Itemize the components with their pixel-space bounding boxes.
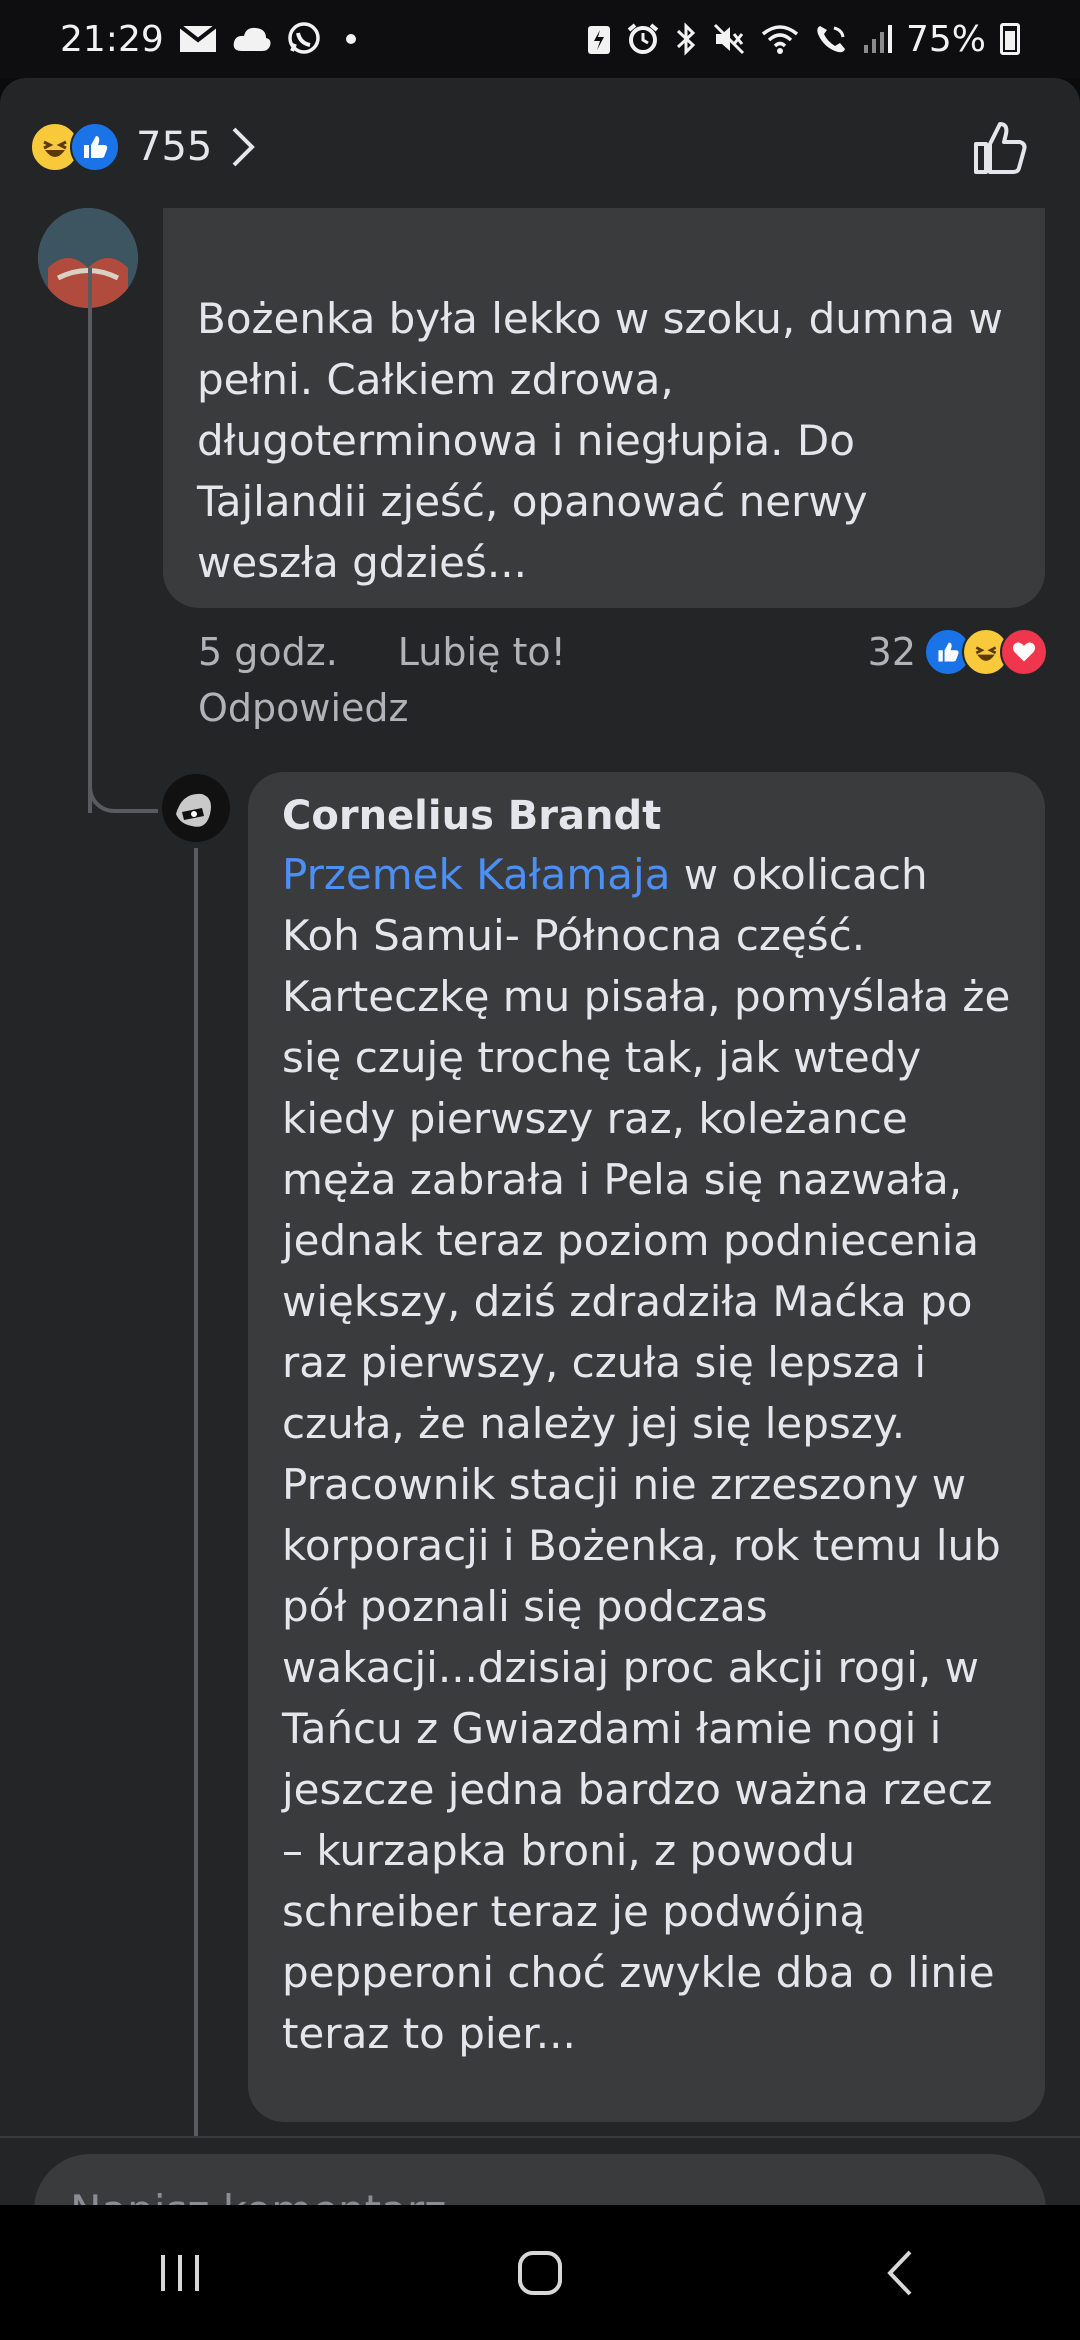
comment-reactions[interactable]: 32 — [868, 628, 1048, 676]
battery-saver-icon — [587, 26, 610, 54]
comment-bubble[interactable]: Bożenka była lekko w szoku, dumna w pełn… — [163, 208, 1045, 608]
comment-composer — [0, 2136, 1080, 2205]
thread-connector — [88, 768, 158, 813]
comment-text: w okolicach Koh Samui- Północna część. K… — [282, 850, 1011, 2058]
status-bar: 21:29 75% — [0, 0, 1080, 78]
like-reaction-icon — [70, 122, 120, 172]
comments-sheet: 755 Bożenka była lekko w szoku, dumna w … — [0, 78, 1080, 2205]
like-outline-icon[interactable] — [970, 118, 1030, 178]
notification-dot — [345, 34, 356, 44]
reply-button[interactable]: Odpowiedz — [198, 686, 1048, 742]
home-button[interactable] — [490, 2233, 590, 2313]
mail-icon — [178, 24, 217, 52]
back-button[interactable] — [850, 2233, 950, 2313]
comment-text: Bożenka była lekko w szoku, dumna w pełn… — [197, 294, 1003, 587]
recent-apps-icon — [161, 2254, 199, 2291]
bluetooth-icon — [676, 22, 696, 56]
chevron-right-icon — [232, 127, 256, 167]
thread-line — [88, 268, 92, 813]
system-nav-bar — [0, 2205, 1080, 2340]
clock: 21:29 — [60, 18, 164, 60]
alarm-icon — [627, 23, 659, 54]
whatsapp-icon — [288, 22, 320, 54]
thread-line — [194, 848, 198, 2138]
love-reaction-icon — [1000, 628, 1048, 676]
battery-percent: 75% — [905, 18, 986, 60]
home-icon — [518, 2250, 562, 2295]
comment-bubble[interactable]: Cornelius Brandt Przemek Kałamaja w okol… — [248, 772, 1045, 2122]
reactions-header: 755 — [0, 78, 1080, 216]
comment-time: 5 godz. — [198, 630, 338, 674]
cloud-icon — [233, 27, 271, 51]
recent-apps-button[interactable] — [130, 2233, 230, 2313]
reactions-summary[interactable]: 755 — [30, 122, 256, 172]
battery-icon — [1000, 23, 1020, 55]
back-icon — [887, 2250, 912, 2295]
comment-reaction-count: 32 — [867, 630, 916, 674]
comment-body: Przemek Kałamaja w okolicach Koh Samui- … — [282, 844, 1011, 2064]
reaction-count: 755 — [136, 124, 213, 170]
signal-icon — [863, 25, 892, 53]
mention-link[interactable]: Przemek Kałamaja — [282, 850, 670, 899]
mute-icon — [713, 23, 745, 55]
wifi-icon — [761, 25, 799, 54]
comment-author[interactable]: Cornelius Brandt — [282, 788, 1011, 844]
avatar[interactable] — [162, 774, 230, 842]
comment-input[interactable] — [34, 2154, 1046, 2205]
wifi-call-icon — [817, 26, 845, 53]
like-button[interactable]: Lubię to! — [398, 630, 566, 674]
comment-meta: 5 godz. Lubię to! 32 Odpowiedz — [198, 618, 1048, 742]
